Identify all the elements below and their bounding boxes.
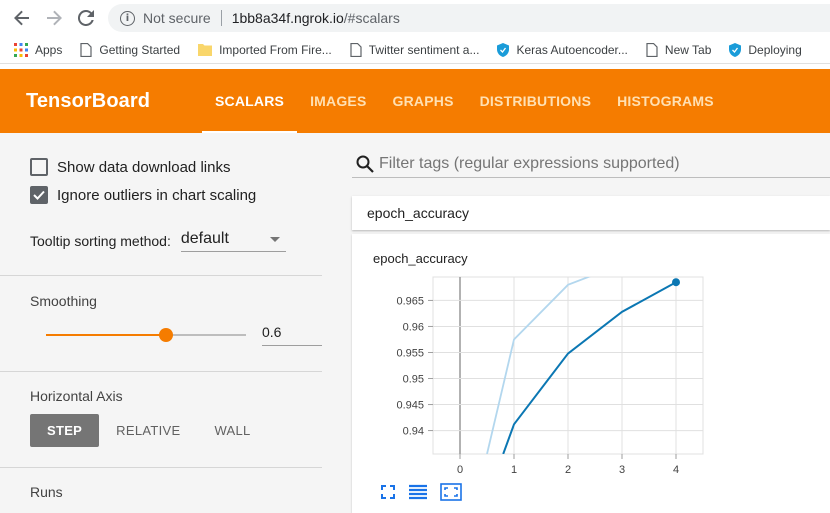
tag-filter-placeholder: Filter tags (regular expressions support… xyxy=(379,154,680,172)
chart-toolbar xyxy=(380,483,474,501)
tensorboard-header: TensorBoard SCALARS IMAGES GRAPHS DISTRI… xyxy=(0,69,830,133)
search-icon xyxy=(356,155,374,173)
ignore-outliers-label: Ignore outliers in chart scaling xyxy=(57,186,257,204)
page-icon xyxy=(646,42,658,57)
bookmark-label: Twitter sentiment a... xyxy=(368,42,480,57)
ignore-outliers-checkbox[interactable] xyxy=(30,186,48,204)
info-icon[interactable]: i xyxy=(120,10,135,26)
fit-domain-icon[interactable] xyxy=(440,483,462,501)
category-title: epoch_accuracy xyxy=(367,205,469,221)
runs-label: Runs xyxy=(30,484,63,500)
checkmark-icon xyxy=(33,190,45,200)
tab-images[interactable]: IMAGES xyxy=(297,69,379,133)
axis-relative-button[interactable]: RELATIVE xyxy=(99,414,197,447)
not-secure-label: Not secure xyxy=(143,10,211,26)
x-tick-label: 2 xyxy=(565,464,571,476)
y-tick-label: 0.96 xyxy=(403,321,424,333)
bookmark-getting-started[interactable]: Getting Started xyxy=(80,42,181,57)
bookmark-imported[interactable]: Imported From Fire... xyxy=(198,43,332,57)
last-point-marker xyxy=(672,278,680,287)
shield-icon xyxy=(729,42,742,57)
bookmark-apps[interactable]: Apps xyxy=(14,42,63,57)
tab-scalars[interactable]: SCALARS xyxy=(202,69,298,133)
x-tick-label: 0 xyxy=(457,464,463,476)
smoothing-slider-fill xyxy=(46,334,166,336)
shield-icon xyxy=(497,42,510,57)
x-tick-label: 1 xyxy=(511,464,517,476)
y-tick-label: 0.94 xyxy=(403,426,424,438)
x-tick-label: 3 xyxy=(619,464,625,476)
smoothing-input[interactable]: 0.6 xyxy=(262,324,322,346)
y-tick-label: 0.965 xyxy=(396,295,424,307)
bookmark-label: Keras Autoencoder... xyxy=(516,42,628,57)
ignore-outliers-option[interactable]: Ignore outliers in chart scaling xyxy=(30,186,256,204)
url-host: 1bb8a34f.ngrok.io xyxy=(231,10,344,26)
y-tick-label: 0.95 xyxy=(403,374,424,386)
data-series-icon[interactable] xyxy=(408,484,428,500)
app-title: TensorBoard xyxy=(26,89,151,112)
raw-series-line xyxy=(486,277,591,454)
tab-distributions[interactable]: DISTRIBUTIONS xyxy=(467,69,605,133)
bookmarks-bar: Apps Getting Started Imported From Fire.… xyxy=(0,36,830,64)
horizontal-axis-buttons: STEP RELATIVE WALL xyxy=(30,414,268,447)
bookmark-label: Apps xyxy=(35,42,63,57)
tag-filter-input[interactable]: Filter tags (regular expressions support… xyxy=(352,150,830,178)
show-download-links-checkbox[interactable] xyxy=(30,158,48,176)
bookmark-new-tab[interactable]: New Tab xyxy=(646,42,712,57)
reload-icon[interactable] xyxy=(75,7,97,29)
url-path: /#scalars xyxy=(343,10,400,26)
bookmark-deploying[interactable]: Deploying xyxy=(729,42,802,57)
tooltip-sorting-dropdown[interactable]: default xyxy=(180,230,286,252)
smoothing-slider[interactable] xyxy=(46,328,246,342)
bookmark-label: Imported From Fire... xyxy=(219,42,332,57)
bookmark-twitter-sentiment[interactable]: Twitter sentiment a... xyxy=(350,42,480,57)
show-download-links-option[interactable]: Show data download links xyxy=(30,158,230,176)
axis-wall-button[interactable]: WALL xyxy=(197,414,267,447)
y-tick-label: 0.945 xyxy=(396,400,424,412)
bookmark-label: Getting Started xyxy=(99,42,181,57)
category-header[interactable]: epoch_accuracy xyxy=(352,196,830,230)
x-tick-label: 4 xyxy=(673,464,679,476)
bookmark-label: Deploying xyxy=(748,42,802,57)
back-arrow-icon[interactable] xyxy=(11,7,33,29)
smoothing-slider-knob[interactable] xyxy=(159,328,173,342)
show-download-links-label: Show data download links xyxy=(57,158,231,176)
chart-plot[interactable]: 0 1 2 3 4 0.94 0.945 0.95 0.955 0.96 0.965 xyxy=(352,234,830,479)
fullscreen-icon[interactable] xyxy=(380,484,396,500)
page-icon xyxy=(350,42,362,57)
sidebar-divider xyxy=(0,371,322,372)
axis-step-button[interactable]: STEP xyxy=(30,414,100,447)
smoothing-label: Smoothing xyxy=(30,293,97,309)
apps-grid-icon xyxy=(14,42,28,57)
smoothed-series-line xyxy=(502,281,677,454)
tooltip-sorting-value: default xyxy=(180,230,229,247)
bookmark-label: New Tab xyxy=(664,42,712,57)
folder-icon xyxy=(198,44,213,56)
horizontal-axis-label: Horizontal Axis xyxy=(30,388,123,404)
tooltip-sorting-row: Tooltip sorting method: default xyxy=(30,230,286,252)
tab-graphs[interactable]: GRAPHS xyxy=(380,69,467,133)
forward-arrow-icon[interactable] xyxy=(43,7,65,29)
address-separator xyxy=(220,10,222,26)
y-tick-label: 0.955 xyxy=(396,347,424,359)
bookmark-keras-autoencoder[interactable]: Keras Autoencoder... xyxy=(497,42,628,57)
dropdown-arrow-icon xyxy=(269,236,280,242)
tab-histograms[interactable]: HISTOGRAMS xyxy=(604,69,727,133)
address-bar[interactable]: i Not secure 1bb8a34f.ngrok.io/#scalars xyxy=(108,4,830,32)
browser-toolbar: i Not secure 1bb8a34f.ngrok.io/#scalars xyxy=(0,0,830,36)
sidebar-divider xyxy=(0,275,322,276)
sidebar-divider xyxy=(0,467,322,468)
chart-card: epoch_accuracy 0 1 2 3 4 0.94 0.945 0.95 0.955 0.… xyxy=(352,234,830,513)
page-icon xyxy=(80,42,92,57)
sidebar: Show data download links Ignore outliers… xyxy=(0,133,322,513)
tooltip-sorting-label: Tooltip sorting method: xyxy=(30,233,171,249)
